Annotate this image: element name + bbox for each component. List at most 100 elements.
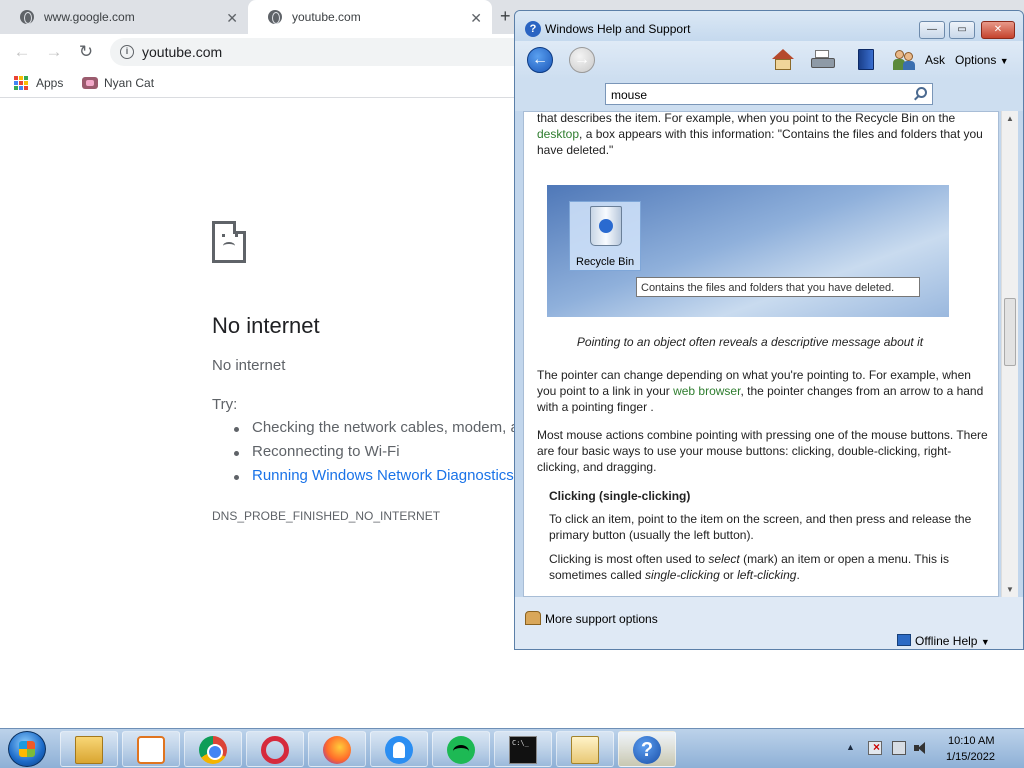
home-icon[interactable] [771,49,795,71]
text: that describes the item. For example, wh… [537,111,956,125]
reload-icon[interactable]: ↻ [74,40,98,64]
paragraph-click-usage: Clicking is most often used to select (m… [549,551,979,583]
tab-youtube[interactable]: youtube.com ✕ [248,0,492,34]
tab-title: youtube.com [292,10,361,24]
taskbar-windows-explorer[interactable] [60,731,118,767]
calculator-icon [571,736,599,764]
web-browser-link[interactable]: web browser [673,384,740,398]
recycle-bin-illustration: Recycle Bin Contains the files and folde… [547,185,949,317]
section-heading: Clicking (single-clicking) [549,489,691,503]
taskbar-opera[interactable] [246,731,304,767]
text: single-clicking [645,568,720,582]
bookmark-nyan-cat[interactable]: Nyan Cat [82,76,154,90]
paragraph-intro: that describes the item. For example, wh… [537,111,989,158]
offline-help-label: Offline Help [915,634,978,648]
paragraph-pointer: The pointer can change depending on what… [537,367,989,415]
opera-icon [261,736,289,764]
media-player-icon [137,736,165,764]
bookmark-label: Nyan Cat [104,76,155,90]
back-button[interactable]: ← [527,47,553,73]
start-button[interactable] [8,731,46,767]
new-tab-icon[interactable]: + [500,6,511,27]
scrollbar-thumb[interactable] [1004,298,1016,366]
taskbar-spotify[interactable] [432,731,490,767]
address-bar[interactable]: i youtube.com [110,38,530,66]
folder-icon [75,736,103,764]
tab-close-icon[interactable]: ✕ [226,10,238,27]
network-icon[interactable] [892,741,906,755]
ask-button[interactable]: Ask [925,53,945,67]
error-code: DNS_PROBE_FINISHED_NO_INTERNET [212,509,441,523]
action-center-flag-icon[interactable] [868,740,882,755]
recycle-bin-label: Recycle Bin [576,256,635,268]
text: left-clicking [737,568,797,582]
scroll-down-arrow-icon[interactable]: ▼ [1006,585,1014,594]
help-toolbar: ← → Ask Options ▼ [515,41,1023,79]
scroll-up-arrow-icon[interactable]: ▲ [1006,114,1014,123]
support-people-icon [525,611,541,625]
text: Clicking is most often used to [549,552,709,566]
help-icon: ? [525,21,541,37]
more-support-options-link[interactable]: More support options [545,612,658,626]
text: or [719,568,738,582]
search-input[interactable]: mouse [605,83,933,105]
taskbar-calculator[interactable] [556,731,614,767]
taskbar-ghost-app[interactable] [370,731,428,767]
paragraph-click: To click an item, point to the item on t… [549,512,972,542]
ghost-icon [385,736,413,764]
maximize-button[interactable]: ▭ [949,21,975,39]
search-icon[interactable] [916,87,927,98]
nyan-cat-icon [82,77,98,89]
apps-grid-icon [14,76,28,90]
tab-title: www.google.com [44,10,135,24]
vertical-scrollbar[interactable]: ▲ ▼ [1001,111,1018,597]
address-bar-url: youtube.com [142,44,223,60]
desktop-link[interactable]: desktop [537,127,579,141]
ask-people-icon[interactable] [893,49,917,71]
taskbar-firefox[interactable] [308,731,366,767]
clock-date[interactable]: 1/15/2022 [946,751,995,763]
print-icon[interactable] [811,49,835,71]
show-hidden-icons-icon[interactable]: ▲ [846,742,855,752]
options-label: Options [955,53,997,67]
bookmark-apps[interactable]: Apps [14,76,63,90]
clock-time[interactable]: 10:10 AM [948,735,994,747]
desktop: www.google.com ✕ youtube.com ✕ + ← → ↻ i… [0,0,1024,768]
forward-arrow-icon[interactable]: → [42,40,66,64]
taskbar: C:\_ ? ▲ 10:10 AM 1/15/2022 [0,728,1024,768]
text: , a box appears with this information: "… [537,127,983,157]
close-button[interactable]: ✕ [981,21,1015,39]
search-query: mouse [611,88,648,102]
error-title: No internet [212,313,320,338]
options-menu[interactable]: Options ▼ [955,53,1009,67]
text: select [708,552,740,566]
taskbar-command-prompt[interactable]: C:\_ [494,731,552,767]
info-icon[interactable]: i [120,45,134,59]
window-title: Windows Help and Support [545,22,691,36]
firefox-icon [323,736,351,764]
taskbar-chrome[interactable] [184,731,242,767]
globe-icon [20,10,34,24]
taskbar-help-and-support[interactable]: ? [618,731,676,767]
recycle-bin-tooltip: Contains the files and folders that you … [636,277,920,297]
sad-document-icon [212,221,246,263]
tab-close-icon[interactable]: ✕ [470,10,482,27]
text: . [796,568,800,582]
tab-google[interactable]: www.google.com ✕ [0,0,248,34]
volume-icon[interactable] [914,741,928,755]
taskbar-media-player[interactable] [122,731,180,767]
window-titlebar[interactable]: ? Windows Help and Support — ▭ ✕ [515,11,1023,41]
back-arrow-icon[interactable]: ← [10,40,34,64]
recycle-bin-desktop-icon: Recycle Bin [569,201,641,271]
system-tray: ▲ 10:10 AM 1/15/2022 [840,729,1024,768]
error-try-label: Try: [212,396,238,413]
help-footer: More support options Offline Help ▼ [515,597,1023,649]
forward-button[interactable]: → [569,47,595,73]
spotify-icon [447,736,475,764]
paragraph-mouse-actions: Most mouse actions combine pointing with… [537,428,988,474]
offline-help-menu[interactable]: Offline Help ▼ [915,634,990,648]
chevron-down-icon: ▼ [999,56,1009,66]
minimize-button[interactable]: — [919,21,945,39]
recycle-bin-icon [590,206,622,246]
browse-help-book-icon[interactable] [855,49,879,71]
